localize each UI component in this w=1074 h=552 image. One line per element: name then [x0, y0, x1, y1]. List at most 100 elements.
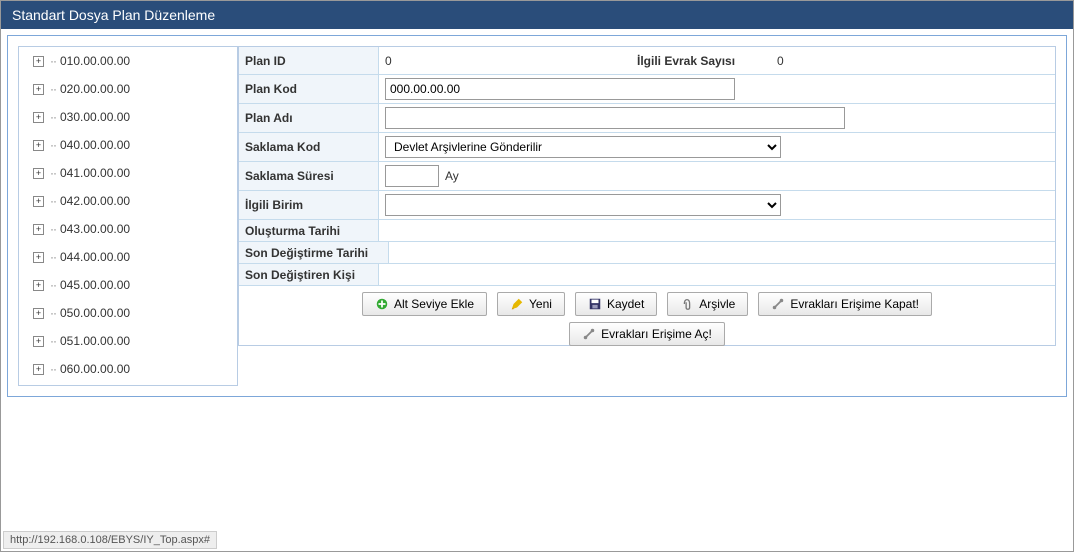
btn-yeni[interactable]: Yeni	[497, 292, 565, 316]
tree-item[interactable]: + ·· 051.00.00.00	[19, 327, 237, 355]
label-ilgili-birim: İlgili Birim	[239, 191, 379, 219]
btn-arsivle[interactable]: Arşivle	[667, 292, 748, 316]
row-son-degistirme: Son Değiştirme Tarihi	[239, 242, 1055, 264]
label-son-degistirme: Son Değiştirme Tarihi	[239, 242, 389, 263]
expand-icon[interactable]: +	[33, 168, 44, 179]
tree-item-label: 043.00.00.00	[60, 222, 130, 236]
tools-icon	[771, 297, 785, 311]
tree-item[interactable]: + ·· 044.00.00.00	[19, 243, 237, 271]
value-son-degistirme	[389, 250, 1055, 256]
status-bar: http://192.168.0.108/EBYS/IY_Top.aspx#	[3, 531, 217, 549]
label-son-degistiren: Son Değiştiren Kişi	[239, 264, 379, 285]
expand-icon[interactable]: +	[33, 308, 44, 319]
expand-icon[interactable]: +	[33, 140, 44, 151]
label-plan-adi: Plan Adı	[239, 104, 379, 132]
expand-icon[interactable]: +	[33, 56, 44, 67]
expand-icon[interactable]: +	[33, 112, 44, 123]
tree-connector-icon: ··	[50, 278, 56, 292]
label-plan-id: Plan ID	[239, 47, 379, 74]
plus-icon	[375, 297, 389, 311]
select-ilgili-birim[interactable]	[385, 194, 781, 216]
btn-erisime-kapat-label: Evrakları Erişime Kapat!	[790, 297, 919, 311]
button-row-2: Evrakları Erişime Aç!	[239, 322, 1055, 352]
tree-item[interactable]: +··010.00.00.00	[19, 47, 237, 75]
btn-arsivle-label: Arşivle	[699, 297, 735, 311]
tree-item[interactable]: + ·· 060.00.00.00	[19, 355, 237, 383]
expand-icon[interactable]: +	[33, 364, 44, 375]
tree-item[interactable]: + ·· 042.00.00.00	[19, 187, 237, 215]
tree-item-label: 051.00.00.00	[60, 334, 130, 348]
label-ilgili-evrak: İlgili Evrak Sayısı	[631, 54, 771, 68]
save-icon	[588, 297, 602, 311]
value-plan-id: 0 İlgili Evrak Sayısı 0	[379, 51, 1055, 71]
label-saklama-kod: Saklama Kod	[239, 133, 379, 161]
expand-icon[interactable]: +	[33, 280, 44, 291]
row-ilgili-birim: İlgili Birim	[239, 191, 1055, 220]
row-olusturma: Oluşturma Tarihi	[239, 220, 1055, 242]
row-plan-adi: Plan Adı	[239, 104, 1055, 133]
tree-item-label: 045.00.00.00	[60, 278, 130, 292]
pencil-icon	[510, 297, 524, 311]
btn-erisime-kapat[interactable]: Evrakları Erişime Kapat!	[758, 292, 932, 316]
tree-item-label: 060.00.00.00	[60, 362, 130, 376]
row-plan-kod: Plan Kod	[239, 75, 1055, 104]
paperclip-icon	[680, 297, 694, 311]
tree-item[interactable]: + ·· 030.00.00.00	[19, 103, 237, 131]
btn-yeni-label: Yeni	[529, 297, 552, 311]
tree-connector-icon: ··	[50, 222, 56, 236]
tree-item-label: 030.00.00.00	[60, 110, 130, 124]
btn-erisime-ac-label: Evrakları Erişime Aç!	[601, 327, 712, 341]
tree-item[interactable]: + ·· 050.00.00.00	[19, 299, 237, 327]
tree-item-label: 044.00.00.00	[60, 250, 130, 264]
tree-item-label: 040.00.00.00	[60, 138, 130, 152]
value-son-degistiren	[379, 272, 1055, 278]
tree-connector-icon: ··	[50, 334, 56, 348]
expand-icon[interactable]: +	[33, 336, 44, 347]
input-plan-kod[interactable]	[385, 78, 735, 100]
btn-alt-seviye-ekle[interactable]: Alt Seviye Ekle	[362, 292, 487, 316]
row-son-degistiren: Son Değiştiren Kişi	[239, 264, 1055, 286]
tree-connector-icon: ··	[50, 110, 56, 124]
plan-id-text: 0	[385, 54, 625, 68]
expand-icon[interactable]: +	[33, 196, 44, 207]
input-plan-adi[interactable]	[385, 107, 845, 129]
content-area: +··010.00.00.00+··020.00.00.00+··030.00.…	[7, 35, 1067, 397]
tree-connector-icon: ··	[50, 306, 56, 320]
expand-icon[interactable]: +	[33, 84, 44, 95]
form-panel: Plan ID 0 İlgili Evrak Sayısı 0 Plan Kod…	[238, 46, 1056, 346]
btn-alt-seviye-label: Alt Seviye Ekle	[394, 297, 474, 311]
tree-item[interactable]: + ·· 040.00.00.00	[19, 131, 237, 159]
tree-item[interactable]: + ·· 020.00.00.00	[19, 75, 237, 103]
label-plan-kod: Plan Kod	[239, 75, 379, 103]
tree-connector-icon: ··	[50, 194, 56, 208]
tree-item[interactable]: +··100.00.00.00	[19, 383, 237, 386]
tree-item[interactable]: + ·· 045.00.00.00	[19, 271, 237, 299]
expand-icon[interactable]: +	[33, 224, 44, 235]
tree-connector-icon: ··	[50, 138, 56, 152]
tools-icon	[582, 327, 596, 341]
tree-connector-icon: ··	[50, 82, 56, 96]
tree-item[interactable]: + ·· 041.00.00.00	[19, 159, 237, 187]
input-saklama-suresi[interactable]	[385, 165, 439, 187]
tree-item-label: 020.00.00.00	[60, 82, 130, 96]
unit-ay: Ay	[445, 169, 459, 183]
btn-erisime-ac[interactable]: Evrakları Erişime Aç!	[569, 322, 725, 346]
app-window: Standart Dosya Plan Düzenleme +··010.00.…	[0, 0, 1074, 552]
tree-panel[interactable]: +··010.00.00.00+··020.00.00.00+··030.00.…	[18, 46, 238, 386]
tree-item-label: 042.00.00.00	[60, 194, 130, 208]
label-saklama-suresi: Saklama Süresi	[239, 162, 379, 190]
tree-connector-icon: ··	[50, 250, 56, 264]
row-saklama-kod: Saklama Kod Devlet Arşivlerine Gönderili…	[239, 133, 1055, 162]
tree-item[interactable]: + ·· 043.00.00.00	[19, 215, 237, 243]
button-row: Alt Seviye Ekle Yeni Kaydet	[239, 286, 1055, 322]
select-saklama-kod[interactable]: Devlet Arşivlerine Gönderilir	[385, 136, 781, 158]
tree-connector-icon: ··	[50, 54, 56, 68]
tree-connector-icon: ··	[50, 362, 56, 376]
tree-item-label: 041.00.00.00	[60, 166, 130, 180]
status-url: http://192.168.0.108/EBYS/IY_Top.aspx#	[10, 534, 210, 546]
tree-item-label: 050.00.00.00	[60, 306, 130, 320]
tree-connector-icon: ··	[50, 166, 56, 180]
titlebar: Standart Dosya Plan Düzenleme	[1, 1, 1073, 29]
expand-icon[interactable]: +	[33, 252, 44, 263]
btn-kaydet[interactable]: Kaydet	[575, 292, 657, 316]
